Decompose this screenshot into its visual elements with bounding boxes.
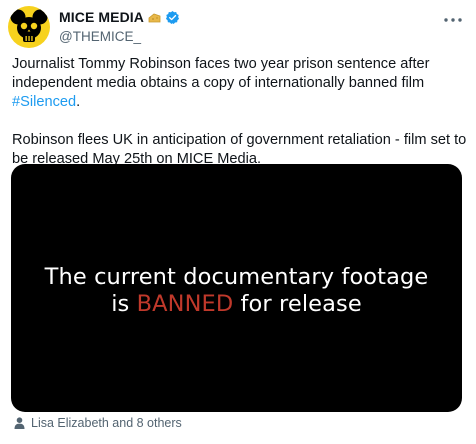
tagged-users[interactable]: Lisa Elizabeth and 8 others [14,416,182,430]
tweet-paragraph-1-text: Journalist Tommy Robinson faces two year… [12,56,430,91]
video-caption-line-2-post: for release [233,291,362,317]
video-caption-line-1: The current documentary footage [44,264,429,290]
tagged-users-label: Lisa Elizabeth and 8 others [31,416,182,430]
tweet-paragraph-1: Journalist Tommy Robinson faces two year… [12,55,467,112]
video-caption-line-2-pre: is [111,291,137,317]
video-caption-line-2: is BANNED for release [11,291,462,318]
video-media[interactable]: The current documentary footage is BANNE… [11,164,462,412]
person-icon [14,417,25,429]
banned-highlight: BANNED [136,291,234,317]
verified-badge-icon [165,10,180,25]
mouse-skull-logo-icon [10,9,48,42]
more-options-icon[interactable] [442,12,464,22]
display-name[interactable]: MICE MEDIA [59,9,144,25]
tweet-paragraph-1-end: . [76,94,81,110]
name-row: MICE MEDIA [59,8,466,26]
avatar[interactable] [8,6,50,48]
hashtag-link[interactable]: #Silenced [12,94,76,110]
cheese-badge-icon [148,11,162,23]
tweet-text: Journalist Tommy Robinson faces two year… [12,55,467,169]
post-header: MICE MEDIA @THEMICE_ [59,8,466,48]
tweet: MICE MEDIA @THEMICE_ Journalist Tommy Ro… [0,0,476,444]
video-caption: The current documentary footage is BANNE… [11,264,462,318]
user-handle[interactable]: @THEMICE_ [59,29,466,44]
